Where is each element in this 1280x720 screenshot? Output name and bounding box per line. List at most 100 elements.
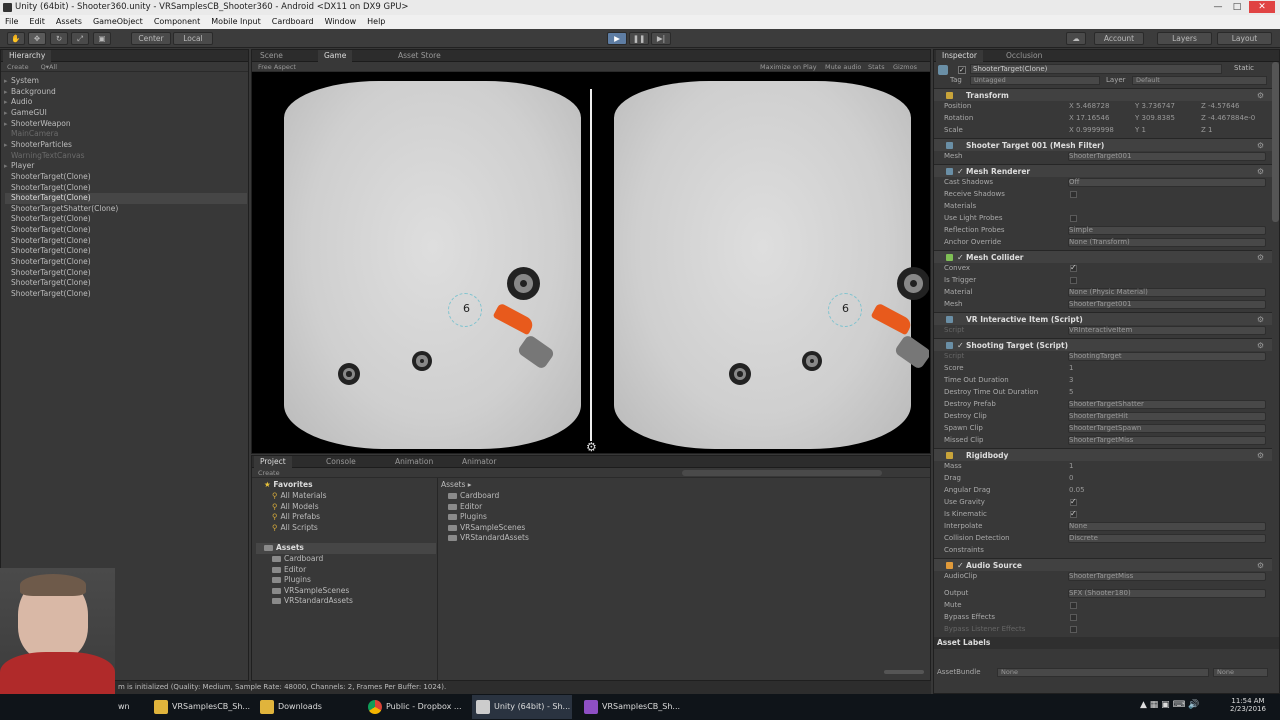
hierarchy-item[interactable]: ShooterTarget(Clone) bbox=[11, 278, 91, 289]
hierarchy-item[interactable]: GameGUI bbox=[4, 108, 47, 119]
asset-tree-item[interactable]: VRStandardAssets bbox=[272, 596, 353, 607]
component-settings-icon[interactable]: ⚙ bbox=[1257, 89, 1264, 102]
gizmos-dropdown[interactable]: Gizmos bbox=[893, 62, 917, 72]
rigidbody-component[interactable]: Rigidbody ⚙ bbox=[934, 448, 1272, 461]
hierarchy-search-input[interactable]: Q▾All bbox=[41, 63, 57, 71]
transform-pos-z[interactable]: Z -4.57646 bbox=[1201, 100, 1240, 112]
tab-animator[interactable]: Animator bbox=[456, 456, 502, 468]
taskbar-item[interactable]: Public - Dropbox ... bbox=[364, 695, 464, 719]
tab-animation[interactable]: Animation bbox=[389, 456, 439, 468]
stats-toggle[interactable]: Stats bbox=[868, 62, 885, 72]
hierarchy-item[interactable]: WarningTextCanvas bbox=[11, 151, 85, 162]
component-settings-icon[interactable]: ⚙ bbox=[1257, 251, 1264, 264]
menu-gameobject[interactable]: GameObject bbox=[93, 17, 143, 26]
component-settings-icon[interactable]: ⚙ bbox=[1257, 339, 1264, 352]
interpolate-field[interactable] bbox=[1068, 521, 1266, 531]
aspect-dropdown[interactable]: Free Aspect bbox=[258, 63, 296, 71]
project-create-button[interactable]: Create bbox=[258, 469, 280, 477]
asset-tree-item[interactable]: Cardboard bbox=[272, 554, 323, 565]
maximize-on-play-toggle[interactable]: Maximize on Play bbox=[760, 62, 817, 72]
component-settings-icon[interactable]: ⚙ bbox=[1257, 449, 1264, 462]
transform-pos-y[interactable]: Y 3.736747 bbox=[1135, 100, 1175, 112]
hierarchy-item[interactable]: ShooterTarget(Clone) bbox=[11, 183, 91, 194]
tab-game[interactable]: Game bbox=[318, 50, 353, 62]
reflection-probes-field[interactable] bbox=[1068, 225, 1266, 235]
asset-labels-header[interactable]: Asset Labels bbox=[934, 637, 1279, 649]
hierarchy-create-button[interactable]: Create bbox=[7, 63, 29, 71]
hierarchy-item[interactable]: ShooterTarget(Clone) bbox=[11, 257, 91, 268]
maximize-icon[interactable]: □ bbox=[1229, 1, 1245, 13]
menu-assets[interactable]: Assets bbox=[56, 17, 82, 26]
rect-tool-icon[interactable]: ▣ bbox=[93, 32, 111, 45]
hierarchy-item[interactable]: ShooterTargetShatter(Clone) bbox=[11, 204, 118, 215]
scale-tool-icon[interactable]: ⤢ bbox=[71, 32, 89, 45]
asset-tree-item[interactable]: VRSampleScenes bbox=[272, 586, 349, 597]
hierarchy-item[interactable]: MainCamera bbox=[11, 129, 58, 140]
static-checkbox[interactable]: Static bbox=[1234, 64, 1254, 72]
close-icon[interactable]: ✕ bbox=[1249, 1, 1275, 13]
pivot-local-button[interactable]: Local bbox=[173, 32, 213, 45]
bypass-listener-effects-checkbox[interactable] bbox=[1070, 625, 1077, 633]
account-dropdown[interactable]: Account bbox=[1094, 32, 1144, 45]
component-settings-icon[interactable]: ⚙ bbox=[1257, 165, 1264, 178]
asset-folder-item[interactable]: VRSampleScenes bbox=[448, 523, 525, 534]
tab-occlusion[interactable]: Occlusion bbox=[1000, 50, 1048, 62]
transform-rot-z[interactable]: Z -4.467884e-0 bbox=[1201, 112, 1255, 124]
assetbundle-dropdown[interactable]: None bbox=[997, 668, 1209, 677]
mute-checkbox[interactable] bbox=[1070, 601, 1077, 609]
game-viewport[interactable]: ⚙ 6 6 bbox=[252, 73, 929, 453]
transform-scl-y[interactable]: Y 1 bbox=[1135, 124, 1146, 136]
favorites-header[interactable]: ★ Favorites bbox=[264, 480, 313, 491]
use-gravity-checkbox[interactable] bbox=[1070, 497, 1077, 506]
menu-mobile-input[interactable]: Mobile Input bbox=[211, 17, 261, 26]
assets-header[interactable]: Assets bbox=[256, 543, 436, 554]
mute-audio-toggle[interactable]: Mute audio bbox=[825, 62, 861, 72]
assetbundle-variant-dropdown[interactable]: None bbox=[1213, 668, 1268, 677]
transform-scl-x[interactable]: X 0.9999998 bbox=[1069, 124, 1114, 136]
tab-console[interactable]: Console bbox=[320, 456, 362, 468]
project-search-input[interactable] bbox=[682, 470, 882, 476]
menu-cardboard[interactable]: Cardboard bbox=[272, 17, 314, 26]
favorite-item[interactable]: ⚲ All Prefabs bbox=[272, 512, 320, 523]
hierarchy-item[interactable]: ShooterTarget(Clone) bbox=[11, 289, 91, 300]
taskbar-item[interactable]: VRSamplesCB_Sh... bbox=[580, 695, 684, 719]
tab-scene[interactable]: Scene bbox=[254, 50, 289, 62]
icon-size-slider[interactable] bbox=[884, 670, 924, 674]
hierarchy-item[interactable]: Background bbox=[4, 87, 56, 98]
hierarchy-item[interactable]: ShooterParticles bbox=[4, 140, 72, 151]
is-kinematic-checkbox[interactable] bbox=[1070, 509, 1077, 518]
asset-folder-item[interactable]: Cardboard bbox=[448, 491, 499, 502]
hierarchy-item[interactable]: ShooterTarget(Clone) bbox=[11, 246, 91, 257]
favorite-item[interactable]: ⚲ All Models bbox=[272, 502, 319, 513]
asset-folder-item[interactable]: VRStandardAssets bbox=[448, 533, 529, 544]
transform-rot-x[interactable]: X 17.16546 bbox=[1069, 112, 1109, 124]
hierarchy-item[interactable]: ShooterTarget(Clone) bbox=[11, 225, 91, 236]
bypass-effects-checkbox[interactable] bbox=[1070, 613, 1077, 621]
hierarchy-item[interactable]: ShooterTarget(Clone) bbox=[11, 268, 91, 279]
taskbar-item[interactable]: Downloads bbox=[256, 695, 356, 719]
receive-shadows-checkbox[interactable] bbox=[1070, 190, 1077, 198]
layer-dropdown[interactable]: Default bbox=[1132, 76, 1267, 85]
transform-pos-x[interactable]: X 5.468728 bbox=[1069, 100, 1109, 112]
object-name-field[interactable]: ShooterTarget(Clone) bbox=[970, 64, 1222, 74]
cloud-icon[interactable]: ☁ bbox=[1066, 32, 1086, 45]
mesh-collider-component[interactable]: ✓ Mesh Collider ⚙ bbox=[934, 250, 1272, 263]
component-settings-icon[interactable]: ⚙ bbox=[1257, 139, 1264, 152]
layout-dropdown[interactable]: Layout bbox=[1217, 32, 1272, 45]
favorite-item[interactable]: ⚲ All Materials bbox=[272, 491, 327, 502]
gameobject-active-checkbox[interactable]: ✓ bbox=[958, 66, 966, 74]
transform-rot-y[interactable]: Y 309.8385 bbox=[1135, 112, 1175, 124]
hierarchy-item[interactable]: ShooterTarget(Clone) bbox=[11, 172, 91, 183]
favorite-item[interactable]: ⚲ All Scripts bbox=[272, 523, 318, 534]
minimize-icon[interactable]: — bbox=[1210, 1, 1226, 13]
tab-hierarchy[interactable]: Hierarchy bbox=[3, 50, 52, 62]
asset-folder-item[interactable]: Plugins bbox=[448, 512, 487, 523]
hierarchy-item[interactable]: ShooterTarget(Clone) bbox=[5, 193, 247, 204]
transform-scl-z[interactable]: Z 1 bbox=[1201, 124, 1212, 136]
taskbar-item[interactable]: wn bbox=[96, 695, 146, 719]
is-trigger-checkbox[interactable] bbox=[1070, 276, 1077, 284]
hand-tool-icon[interactable]: ✋ bbox=[7, 32, 25, 45]
menu-component[interactable]: Component bbox=[154, 17, 200, 26]
cast-shadows-field[interactable] bbox=[1068, 177, 1266, 187]
tab-asset-store[interactable]: Asset Store bbox=[392, 50, 447, 62]
